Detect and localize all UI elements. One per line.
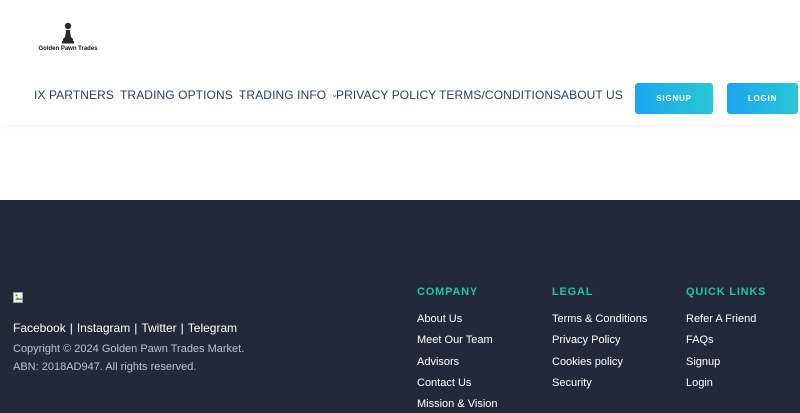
separator: |	[180, 321, 184, 335]
footer-link-terms-conditions[interactable]: Terms & Conditions	[552, 309, 647, 330]
brand-name: Golden Pawn Trades	[38, 46, 98, 52]
separator: |	[134, 321, 138, 335]
footer-link-mission-vision[interactable]: Mission & Vision	[417, 394, 498, 413]
nav-item-terms-conditions[interactable]: TERMS/CONDITIONS	[439, 88, 561, 102]
brand-logo[interactable]: Golden Pawn Trades	[32, 22, 104, 54]
site-header: Golden Pawn Trades IX PARTNERS TRADING O…	[0, 0, 800, 125]
abn-text: ABN: 2018AD947. All rights reserved.	[13, 361, 197, 373]
broken-image-icon	[13, 290, 24, 303]
column-title: QUICK LINKS	[686, 286, 767, 298]
nav-item-trading-options[interactable]: TRADING OPTIONS ⌄	[120, 88, 245, 102]
login-button[interactable]: LOGIN	[727, 83, 798, 114]
footer-link-cookies-policy[interactable]: Cookies policy	[552, 352, 647, 373]
column-title: LEGAL	[552, 286, 594, 298]
site-footer: Facebook | Instagram | Twitter | Telegram Copy…	[0, 200, 800, 413]
footer-link-meet-our-team[interactable]: Meet Our Team	[417, 330, 498, 351]
chess-pawn-icon	[62, 22, 74, 44]
nav-item-label: TERMS/CONDITIONS	[439, 88, 562, 102]
nav-item-label: TRADING OPTIONS	[120, 88, 233, 102]
nav-item-label: PRIVACY POLICY	[336, 88, 437, 102]
footer-link-refer-a-friend[interactable]: Refer A Friend	[686, 309, 766, 330]
instagram-link[interactable]: Instagram	[77, 321, 130, 335]
twitter-link[interactable]: Twitter	[141, 321, 176, 335]
footer-column-legal: LEGAL Terms & Conditions Privacy Policy …	[552, 286, 647, 394]
footer-column-company: COMPANY About Us Meet Our Team Advisors …	[417, 286, 498, 413]
nav-item-label: IX PARTNERS	[34, 88, 115, 102]
signup-button[interactable]: SIGNUP	[635, 83, 713, 114]
copyright-block: Copyright © 2024 Golden Pawn Trades Mark…	[13, 340, 244, 376]
footer-column-quick-links: QUICK LINKS Refer A Friend FAQs Signup L…	[686, 286, 766, 394]
footer-link-about-us[interactable]: About Us	[417, 309, 498, 330]
footer-link-security[interactable]: Security	[552, 373, 647, 394]
nav-item-ix-partners[interactable]: IX PARTNERS	[34, 88, 114, 102]
column-title: COMPANY	[417, 286, 479, 298]
nav-item-about-us[interactable]: ABOUT US	[561, 88, 623, 102]
separator: |	[69, 321, 73, 335]
footer-link-contact-us[interactable]: Contact Us	[417, 373, 498, 394]
telegram-link[interactable]: Telegram	[188, 321, 237, 335]
social-links: Facebook | Instagram | Twitter | Telegram	[13, 321, 237, 335]
footer-link-privacy-policy[interactable]: Privacy Policy	[552, 330, 647, 351]
nav-item-label: ABOUT US	[561, 88, 623, 102]
footer-link-advisors[interactable]: Advisors	[417, 352, 498, 373]
nav-item-trading-info[interactable]: TRADING INFO ⌄	[239, 88, 338, 102]
nav-item-privacy-policy[interactable]: PRIVACY POLICY	[336, 88, 436, 102]
footer-link-signup[interactable]: Signup	[686, 352, 766, 373]
nav-item-label: TRADING INFO	[239, 88, 327, 102]
footer-link-faqs[interactable]: FAQs	[686, 330, 766, 351]
facebook-link[interactable]: Facebook	[13, 321, 66, 335]
copyright-text: Copyright © 2024 Golden Pawn Trades Mark…	[13, 343, 245, 355]
footer-link-login[interactable]: Login	[686, 373, 766, 394]
